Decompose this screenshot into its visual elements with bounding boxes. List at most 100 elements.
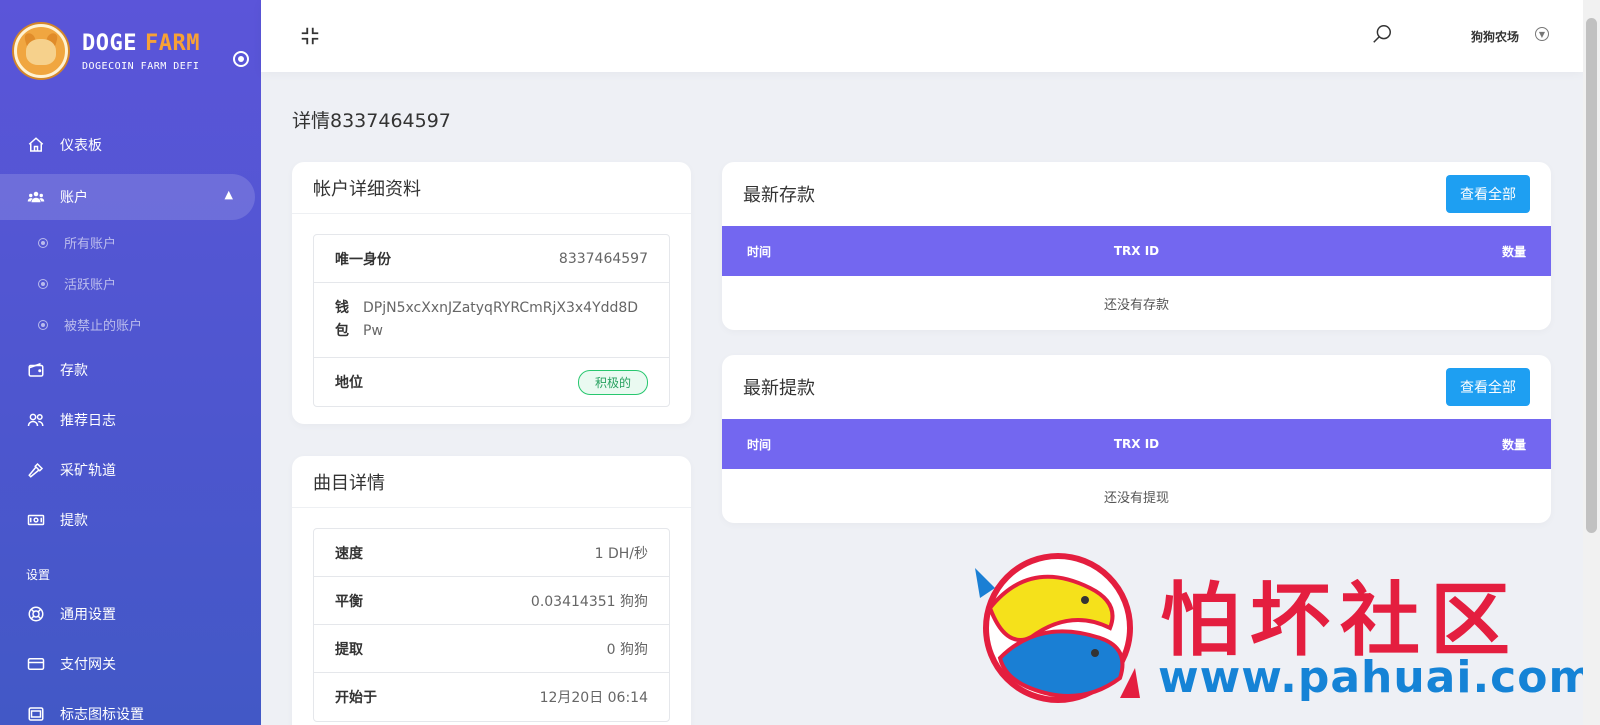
wallet-label: 钱包 (335, 300, 349, 339)
sidebar-item-label: 支付网关 (60, 657, 116, 673)
sidebar-item-logo-settings[interactable]: 标志图标设置 (0, 689, 261, 725)
view-all-withdrawals-button[interactable]: 查看全部 (1446, 368, 1530, 406)
column-header-time[interactable]: 时间 (747, 436, 771, 453)
search-icon[interactable] (1371, 23, 1393, 45)
sidebar-item-dashboard[interactable]: 仪表板 (0, 120, 261, 170)
deposits-card-header: 最新存款 查看全部 (722, 162, 1551, 226)
scrollbar-thumb[interactable] (1586, 18, 1597, 533)
hammer-icon (26, 460, 46, 480)
brand-title-part1: DOGE (82, 30, 137, 56)
wallet-icon (26, 360, 46, 380)
sidebar-item-label: 通用设置 (60, 607, 116, 623)
sidebar-subitem-label: 被禁止的账户 (64, 319, 143, 334)
sidebar-nav: 仪表板 账户 ▲ 所有账户 活跃账户 被禁止的账户 存款 推荐日志 采矿轨道 提… (0, 120, 261, 725)
brand-subtitle: DOGECOIN FARM DEFI (82, 60, 200, 72)
sidebar-item-label: 存款 (60, 363, 88, 379)
sidebar-item-withdrawals[interactable]: 提款 (0, 495, 261, 545)
column-header-trx-id[interactable]: TRX ID (1114, 437, 1159, 451)
compress-icon[interactable] (299, 25, 321, 47)
uid-label: 唯一身份 (335, 251, 391, 268)
plan-details-card: 曲目详情 速度 1 DH/秒 平衡 0.03414351 狗狗 提取 0 狗狗 … (292, 456, 691, 725)
sidebar-toggle-icon[interactable] (233, 51, 249, 67)
brand-title: DOGE FARM (82, 31, 200, 57)
withdrawn-value: 0 狗狗 (606, 641, 648, 658)
speed-row: 速度 1 DH/秒 (314, 529, 669, 577)
chevron-up-icon: ▲ (224, 188, 233, 201)
sidebar-item-label: 提款 (60, 513, 88, 529)
brand[interactable]: DOGE FARM DOGECOIN FARM DEFI (0, 0, 261, 102)
sidebar-item-general-settings[interactable]: 通用设置 (0, 589, 261, 639)
start-row: 开始于 12月20日 06:14 (314, 673, 669, 721)
latest-deposits-card: 最新存款 查看全部 时间 TRX ID 数量 还没有存款 (722, 162, 1551, 330)
card-title: 最新提款 (743, 378, 815, 399)
latest-withdrawals-card: 最新提款 查看全部 时间 TRX ID 数量 还没有提现 (722, 355, 1551, 523)
withdrawn-row: 提取 0 狗狗 (314, 625, 669, 673)
wallet-value: DPjN5xcXxnJZatyqRYRCmRjX3x4Ydd8DPw (363, 300, 639, 339)
users-icon (26, 187, 46, 207)
account-info-box: 唯一身份 8337464597 钱包 DPjN5xcXxnJZatyqRYRCm… (313, 234, 670, 407)
status-row: 地位 积极的 (314, 358, 669, 406)
account-details-card: 帐户详细资料 唯一身份 8337464597 钱包 DPjN5xcXxnJZat… (292, 162, 691, 424)
speed-label: 速度 (335, 545, 363, 562)
deposits-table-header: 时间 TRX ID 数量 (722, 226, 1551, 276)
withdrawn-label: 提取 (335, 641, 363, 658)
sidebar-item-mining-track[interactable]: 采矿轨道 (0, 445, 261, 495)
sidebar: DOGE FARM DOGECOIN FARM DEFI 仪表板 账户 ▲ 所有账… (0, 0, 261, 725)
card-title: 最新存款 (743, 185, 815, 206)
circle-icon (38, 319, 48, 330)
card-title: 帐户详细资料 (292, 162, 691, 214)
sidebar-item-payment-gateway[interactable]: 支付网关 (0, 639, 261, 689)
status-badge: 积极的 (577, 369, 648, 395)
uid-row: 唯一身份 8337464597 (314, 235, 669, 283)
start-value: 12月20日 06:14 (539, 690, 648, 706)
sidebar-subitem-label: 活跃账户 (64, 278, 117, 293)
watermark-url: www.pahuai.com (1158, 652, 1596, 703)
start-label: 开始于 (335, 690, 377, 706)
referral-icon (26, 410, 46, 430)
sidebar-subitem-active-accounts[interactable]: 活跃账户 (0, 263, 261, 304)
withdrawals-card-header: 最新提款 查看全部 (722, 355, 1551, 419)
page-title: 详情8337464597 (292, 110, 451, 132)
balance-label: 平衡 (335, 593, 363, 610)
sidebar-subitem-label: 所有账户 (64, 237, 117, 252)
balance-row: 平衡 0.03414351 狗狗 (314, 577, 669, 625)
sidebar-item-referral-log[interactable]: 推荐日志 (0, 395, 261, 445)
withdrawals-table-header: 时间 TRX ID 数量 (722, 419, 1551, 469)
sidebar-section-settings: 设置 (26, 568, 51, 582)
sidebar-item-label: 账户 (60, 190, 88, 206)
credit-card-icon (26, 654, 46, 674)
doge-logo (14, 24, 68, 78)
user-menu-name[interactable]: 狗狗农场 (1471, 28, 1519, 45)
circle-icon (38, 237, 48, 248)
circle-icon (38, 278, 48, 289)
sidebar-item-label: 推荐日志 (60, 413, 116, 429)
sidebar-item-label: 采矿轨道 (60, 463, 116, 479)
column-header-trx-id[interactable]: TRX ID (1114, 244, 1159, 258)
image-icon (26, 704, 46, 724)
uid-value: 8337464597 (558, 250, 648, 267)
wallet-row: 钱包 DPjN5xcXxnJZatyqRYRCmRjX3x4Ydd8DPw (314, 283, 669, 358)
cash-icon (26, 510, 46, 530)
fish-logo-watermark (970, 548, 1145, 712)
sidebar-item-deposits[interactable]: 存款 (0, 345, 261, 395)
life-ring-icon (26, 604, 46, 624)
deposits-empty-message: 还没有存款 (1103, 297, 1169, 313)
brand-title-part2: FARM (144, 30, 200, 56)
sidebar-item-label: 标志图标设置 (60, 707, 144, 723)
chevron-down-icon[interactable]: ▼ (1535, 27, 1549, 41)
speed-value: 1 DH/秒 (594, 545, 648, 562)
column-header-amount[interactable]: 数量 (1502, 243, 1526, 260)
sidebar-subitem-all-accounts[interactable]: 所有账户 (0, 222, 261, 263)
withdrawals-empty-message: 还没有提现 (1103, 490, 1169, 506)
view-all-deposits-button[interactable]: 查看全部 (1446, 175, 1530, 213)
balance-value: 0.03414351 狗狗 (530, 593, 648, 610)
sidebar-subitem-banned-accounts[interactable]: 被禁止的账户 (0, 304, 261, 345)
column-header-time[interactable]: 时间 (747, 243, 771, 260)
column-header-amount[interactable]: 数量 (1502, 436, 1526, 453)
sidebar-item-label: 仪表板 (60, 138, 102, 154)
home-icon (26, 135, 46, 155)
sidebar-item-accounts[interactable]: 账户 ▲ (0, 174, 255, 220)
page-scrollbar[interactable] (1583, 0, 1600, 725)
status-label: 地位 (335, 375, 363, 391)
plan-info-box: 速度 1 DH/秒 平衡 0.03414351 狗狗 提取 0 狗狗 开始于 1… (313, 528, 670, 722)
